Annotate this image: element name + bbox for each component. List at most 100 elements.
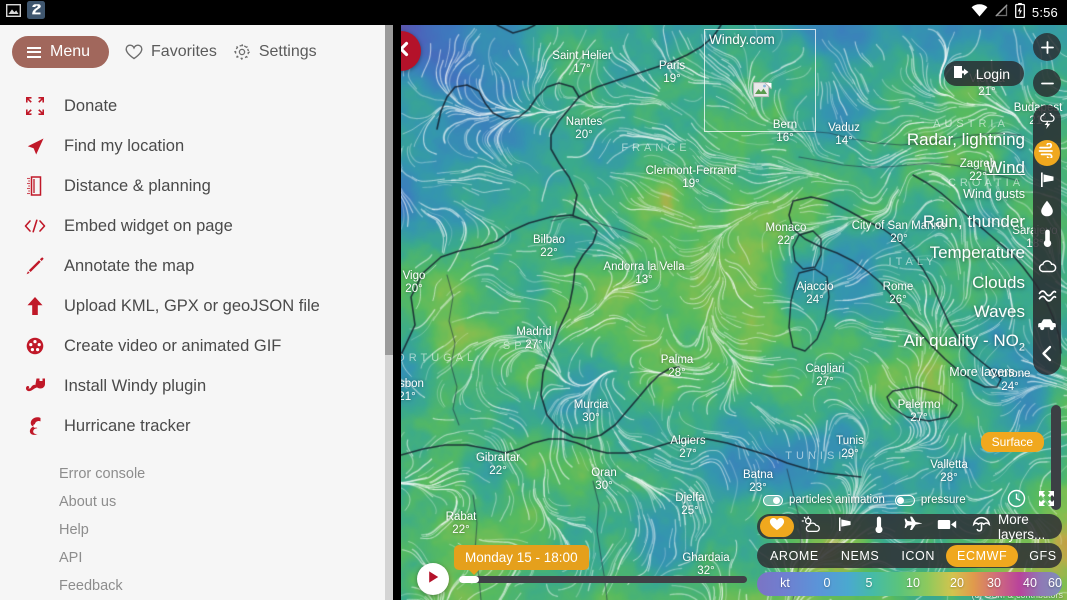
more-layers-button[interactable]: More layers... (998, 512, 1059, 542)
city-label: Bilbao 22° (533, 234, 565, 260)
sidebar-subitem-feedback[interactable]: Feedback (0, 572, 393, 600)
login-button[interactable]: Login (943, 61, 1024, 86)
rail-item-temperature[interactable] (1034, 227, 1060, 253)
layer-label-radar-lightning[interactable]: Radar, lightning (907, 130, 1025, 150)
zoom-in-button[interactable] (1033, 33, 1061, 61)
waves-icon (1038, 289, 1057, 307)
sidebar-subitem-api[interactable]: API (0, 544, 393, 572)
rail-item-air-quality[interactable] (1034, 314, 1060, 340)
sidebar-subitem-about-us[interactable]: About us (0, 488, 393, 516)
layer-label-more-layers[interactable]: More layers... (949, 365, 1025, 379)
layer-label-wind[interactable]: Wind (986, 158, 1025, 178)
map-picker-box[interactable]: Windy.com (704, 29, 816, 132)
sidebar-sub-list: Error console About us Help API Feedback (0, 460, 393, 600)
sidebar-subitem-error-console[interactable]: Error console (0, 460, 393, 488)
fullscreen-icon[interactable] (1038, 490, 1055, 510)
close-icon (401, 38, 412, 65)
clock-icon[interactable] (1007, 489, 1026, 511)
model-ecmwf[interactable]: ECMWF (946, 544, 1019, 567)
windsock-icon (1039, 171, 1056, 193)
sidebar-item-install-plugin[interactable]: Install Windy plugin (0, 366, 393, 406)
sidebar: Menu Favorites Settings Donate Find my l… (0, 25, 393, 600)
quick-layer-wind-gusts[interactable] (828, 516, 862, 537)
model-icon[interactable]: ICON (890, 545, 946, 567)
quick-layers-bar: More layers... (757, 512, 1062, 542)
rail-item-wind-gusts[interactable] (1034, 169, 1060, 195)
sidebar-item-hurricane-tracker[interactable]: Hurricane tracker (0, 406, 393, 446)
model-nems[interactable]: NEMS (830, 545, 891, 567)
rail-item-clouds[interactable] (1034, 256, 1060, 282)
city-label: Madrid 27° (516, 326, 552, 352)
layer-icon-rail (1033, 105, 1061, 375)
city-label: Vaduz 14° (828, 122, 860, 148)
sidebar-item-upload-file[interactable]: Upload KML, GPX or geoJSON file (0, 286, 393, 326)
city-label: Djelfa 25° (675, 492, 705, 518)
plus-icon (1040, 40, 1055, 55)
city-label: Andorra la Vella 13° (603, 261, 685, 287)
layer-label-waves[interactable]: Waves (974, 302, 1025, 322)
gear-icon (233, 43, 251, 61)
country-label: AUSTRIA (933, 118, 1009, 130)
particles-animation-toggle[interactable]: particles animation (763, 494, 885, 506)
login-label: Login (975, 65, 1010, 82)
sidebar-item-annotate-map[interactable]: Annotate the map (0, 246, 393, 286)
quick-layer-umbrella[interactable] (964, 516, 998, 537)
rail-item-more-layers[interactable] (1034, 343, 1060, 369)
quick-layer-temperature[interactable] (862, 516, 896, 537)
sidebar-item-label: Distance & planning (64, 176, 211, 195)
sidebar-menu-list: Donate Find my location Distance & plann… (0, 86, 393, 446)
scale-tick-60: 60 (1048, 576, 1062, 590)
toggle-switch-on-icon (763, 494, 783, 506)
sidebar-item-create-video[interactable]: Create video or animated GIF (0, 326, 393, 366)
ruler-icon (24, 176, 46, 196)
zoom-out-button[interactable] (1033, 69, 1061, 97)
sun-cloud-icon (801, 515, 821, 538)
heart-icon (125, 44, 143, 60)
sidebar-item-distance-planning[interactable]: Distance & planning (0, 166, 393, 206)
pressure-toggle[interactable]: pressure (894, 494, 966, 506)
lightning-icon (1039, 111, 1056, 135)
rail-item-rain-thunder[interactable] (1034, 198, 1060, 224)
weather-map[interactable]: FRANCEPORTUGALSPAINITALYAUSTRIACROATIATU… (401, 25, 1067, 600)
rail-item-wind[interactable] (1034, 140, 1060, 166)
model-gfs[interactable]: GFS (1018, 545, 1067, 567)
city-label: Palermo 27° (897, 399, 941, 425)
favorites-button[interactable]: Favorites (125, 43, 217, 61)
sidebar-item-find-my-location[interactable]: Find my location (0, 126, 393, 166)
layer-label-clouds[interactable]: Clouds (972, 273, 1025, 293)
settings-button[interactable]: Settings (233, 43, 317, 61)
menu-button-label: Menu (50, 43, 91, 60)
quick-layer-weather[interactable] (794, 515, 828, 538)
layer-label-air-quality[interactable]: Air quality - NO2 (904, 331, 1025, 353)
quick-layer-favorites[interactable] (760, 516, 794, 537)
surface-level-badge[interactable]: Surface (980, 432, 1044, 452)
rail-item-radar-lightning[interactable] (1034, 111, 1060, 137)
sidebar-item-donate[interactable]: Donate (0, 86, 393, 126)
city-label: Lisbon21° (401, 378, 424, 404)
sidebar-item-embed-widget[interactable]: Embed widget on page (0, 206, 393, 246)
hamburger-icon (27, 46, 41, 58)
model-arome[interactable]: AROME (759, 545, 830, 567)
play-button[interactable] (417, 563, 449, 595)
sidebar-subitem-help[interactable]: Help (0, 516, 393, 544)
battery-charging-icon (1014, 2, 1025, 23)
wifi-icon (971, 3, 988, 22)
quick-layer-aviation[interactable] (896, 516, 930, 537)
layer-label-wind-gusts[interactable]: Wind gusts (963, 187, 1025, 201)
timeline-slider[interactable] (459, 576, 747, 583)
sidebar-scrollbar-thumb[interactable] (385, 25, 393, 355)
rail-item-waves[interactable] (1034, 285, 1060, 311)
layer-label-rain-thunder[interactable]: Rain, thunder (923, 212, 1025, 232)
sidebar-item-label: Annotate the map (64, 256, 195, 275)
country-label: FRANCE (621, 142, 691, 154)
wind-speed-color-scale[interactable]: kt 0 5 10 20 30 40 60 (757, 572, 1062, 596)
quick-layer-webcams[interactable] (930, 516, 964, 537)
sidebar-scrollbar[interactable] (385, 25, 393, 600)
map-controls-panel: particles animation pressure More layers… (757, 489, 1062, 596)
scale-tick-30: 30 (987, 576, 1001, 590)
layer-label-temperature[interactable]: Temperature (930, 243, 1025, 263)
play-icon (425, 569, 441, 590)
city-label: Paris 19° (658, 60, 686, 86)
toggle-switch-off-icon (894, 494, 915, 506)
menu-button[interactable]: Menu (12, 36, 110, 68)
